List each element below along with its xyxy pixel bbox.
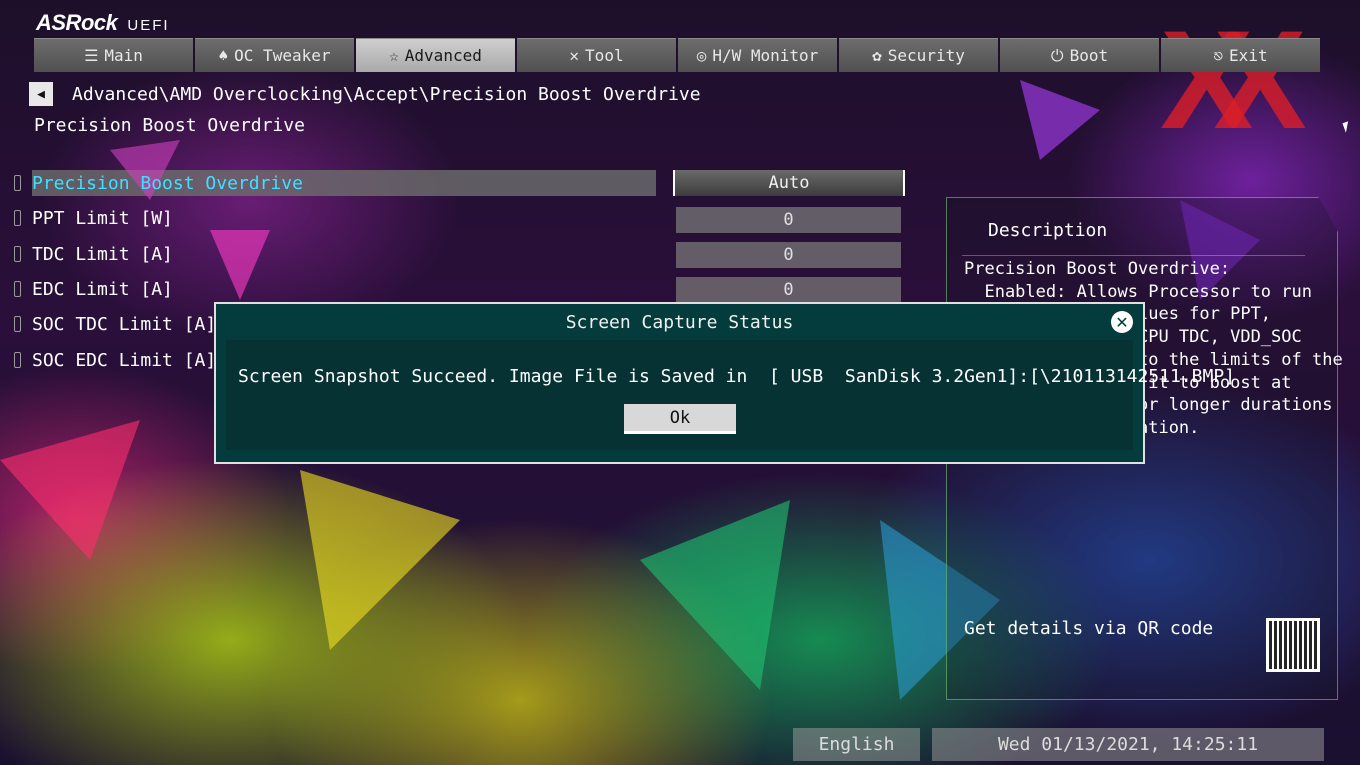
list-icon: ☰ [84,46,99,65]
rocket-icon: ♠ [218,46,229,65]
language-selector[interactable]: English [793,728,920,761]
grip-icon [14,246,21,262]
exit-icon: ⎋ [1213,46,1224,65]
qr-code-label: Get details via QR code [964,618,1214,639]
description-title: Description [988,220,1108,241]
setting-value-tdc-limit[interactable]: 0 [676,242,901,268]
tools-icon: ✕ [569,46,580,65]
tab-tool[interactable]: ✕ Tool [517,38,676,72]
setting-label: PPT Limit [W] [32,207,173,229]
main-tabs: ☰ Main ♠ OC Tweaker ☆ Advanced ✕ Tool ◎ H/W M… [34,38,1320,72]
setting-row-tdc-limit[interactable]: TDC Limit [A] [14,241,173,267]
dialog-title: Screen Capture Status [565,312,794,333]
watermark-logo: XX [1160,1,1307,158]
monitor-icon: ◎ [696,46,707,65]
setting-row-edc-limit[interactable]: EDC Limit [A] [14,276,173,302]
qr-code-icon [1266,618,1320,672]
grip-icon [14,210,21,226]
tab-boot[interactable]: ⏻ Boot [1000,38,1159,72]
setting-value-ppt-limit[interactable]: 0 [676,207,901,233]
power-icon: ⏻ [1050,45,1064,65]
datetime-display: Wed 01/13/2021, 14:25:11 [932,728,1324,761]
setting-label: Precision Boost Overdrive [32,172,303,194]
setting-row-precision-boost-overdrive[interactable]: Precision Boost Overdrive [14,170,656,196]
tab-exit[interactable]: ⎋ Exit [1161,38,1320,72]
breadcrumb: Advanced\AMD Overclocking\Accept\Precisi… [72,84,701,105]
description-divider [962,255,1305,256]
setting-value-precision-boost-overdrive[interactable]: Auto [673,170,905,196]
tab-advanced[interactable]: ☆ Advanced [356,38,515,72]
setting-label: SOC TDC Limit [A] [32,313,217,335]
star-icon: ☆ [389,46,399,65]
setting-label: EDC Limit [A] [32,278,173,300]
tab-main[interactable]: ☰ Main [34,38,193,72]
setting-row-soc-edc-limit[interactable]: SOC EDC Limit [A] [14,347,216,373]
asrock-logo: ASRock UEFI [36,10,170,35]
grip-icon [14,316,21,332]
tab-hw-monitor[interactable]: ◎ H/W Monitor [678,38,837,72]
close-icon[interactable]: ✕ [1111,311,1133,333]
ok-button[interactable]: Ok [624,404,736,434]
screen-capture-dialog: Screen Capture Status ✕ Screen Snapshot … [214,302,1235,464]
dialog-message: Screen Snapshot Succeed. Image File is S… [238,366,1235,387]
tab-oc-tweaker[interactable]: ♠ OC Tweaker [195,38,354,72]
page-title: Precision Boost Overdrive [34,115,305,136]
back-arrow-icon: ◀ [37,86,45,102]
shield-icon: ✿ [872,46,882,65]
grip-icon [14,175,21,191]
setting-label: TDC Limit [A] [32,243,173,265]
grip-icon [14,281,21,297]
back-button[interactable]: ◀ [29,82,53,106]
setting-row-soc-tdc-limit[interactable]: SOC TDC Limit [A] [14,311,216,337]
setting-value-edc-limit[interactable]: 0 [676,277,901,303]
grip-icon [14,352,21,368]
setting-row-ppt-limit[interactable]: PPT Limit [W] [14,205,173,231]
setting-label: SOC EDC Limit [A] [32,349,217,371]
tab-security[interactable]: ✿ Security [839,38,998,72]
